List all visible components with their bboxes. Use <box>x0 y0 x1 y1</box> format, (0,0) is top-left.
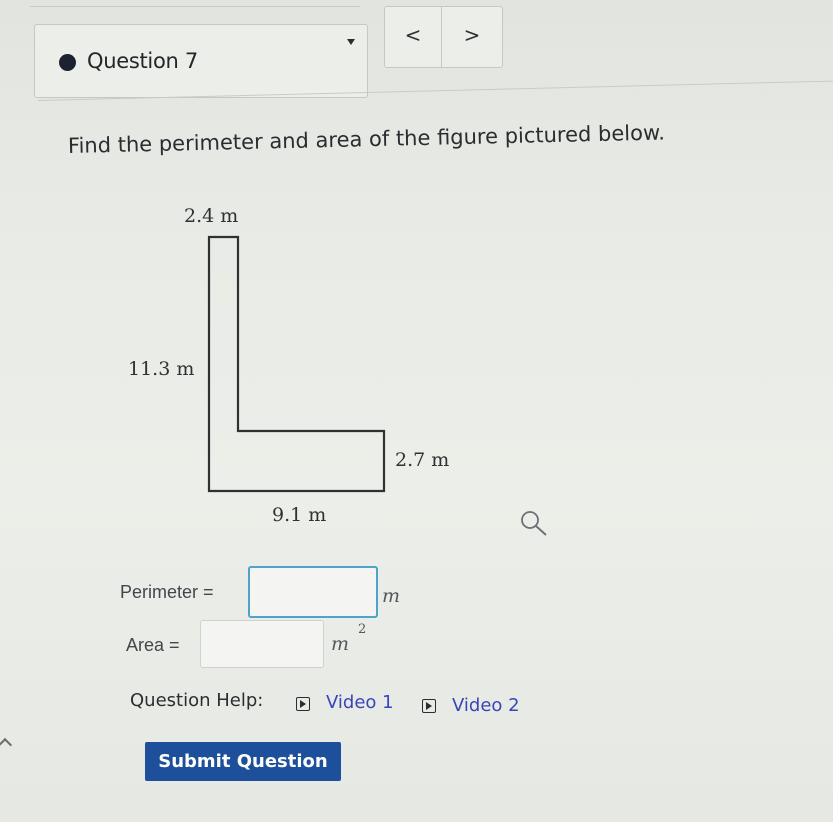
perimeter-input[interactable] <box>248 566 378 618</box>
question-label: Question 7 <box>87 49 198 73</box>
submit-question-button[interactable]: Submit Question <box>145 742 341 781</box>
previous-question-button[interactable]: < <box>384 6 442 68</box>
right-height-label: 2.7 m <box>395 449 449 471</box>
video-1-link[interactable]: Video 1 <box>326 692 394 713</box>
area-label: Area = <box>126 635 180 655</box>
next-question-button[interactable]: > <box>441 6 503 68</box>
perimeter-label: Perimeter = <box>120 582 214 602</box>
l-shape-outline <box>207 235 386 493</box>
bottom-width-label: 9.1 m <box>272 504 326 526</box>
video-2-link[interactable]: Video 2 <box>452 695 520 716</box>
video-play-icon[interactable] <box>296 697 310 711</box>
question-status-dot <box>59 54 76 71</box>
question-help-label: Question Help: <box>130 690 264 711</box>
area-unit: m <box>331 633 350 655</box>
question-selector[interactable]: Question 7 <box>34 24 368 98</box>
chevron-down-icon[interactable] <box>347 39 355 45</box>
l-shape-figure: 2.4 m 11.3 m 2.7 m 9.1 m <box>128 205 449 526</box>
chevron-up-icon[interactable] <box>0 737 13 753</box>
perimeter-unit: m <box>382 585 401 607</box>
left-height-label: 11.3 m <box>128 358 194 380</box>
search-icon[interactable] <box>518 508 550 540</box>
area-input[interactable] <box>200 620 324 668</box>
top-divider <box>30 0 360 7</box>
top-width-label: 2.4 m <box>184 205 238 227</box>
video-play-icon[interactable] <box>422 699 436 713</box>
area-unit-exponent: 2 <box>358 622 367 637</box>
question-prompt: Find the perimeter and area of the figur… <box>67 120 666 158</box>
